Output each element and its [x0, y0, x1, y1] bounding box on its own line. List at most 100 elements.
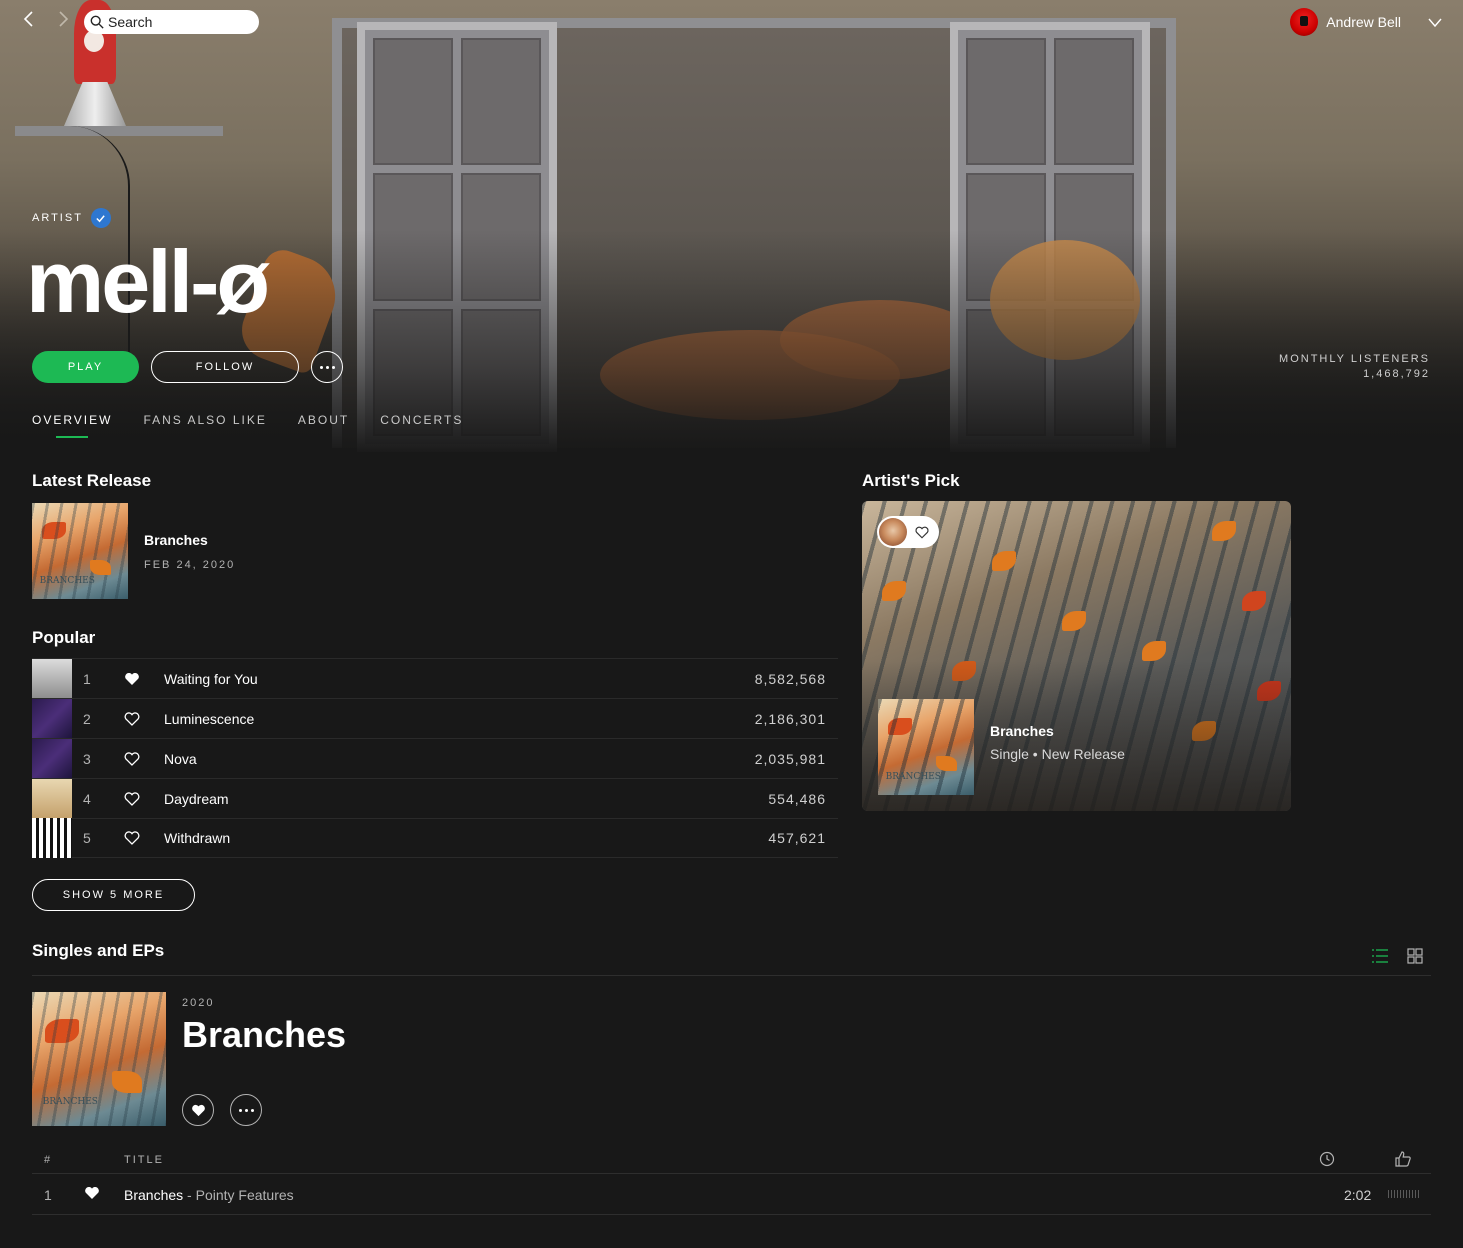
artists-pick-title: Branches [990, 723, 1054, 739]
track-number: 2 [83, 710, 91, 727]
track-play-count: 554,486 [768, 790, 826, 807]
track-thumbnail [32, 778, 72, 819]
album-more-button[interactable] [230, 1094, 262, 1126]
artist-type-label: ARTIST [32, 208, 111, 228]
album-tracklist-header: # TITLE [32, 1148, 1431, 1174]
latest-release-title[interactable]: Branches [144, 532, 208, 548]
artist-label-text: ARTIST [32, 212, 83, 224]
album-title[interactable]: Branches [182, 1014, 346, 1056]
track-thumbnail [32, 658, 72, 699]
track-title: Luminescence [164, 710, 255, 727]
heart-outline-icon[interactable] [124, 791, 140, 807]
latest-release-date: FEB 24, 2020 [144, 559, 236, 571]
grid-view-icon[interactable] [1406, 947, 1424, 965]
user-name: Andrew Bell [1326, 14, 1401, 30]
artists-pick-card[interactable]: BRANCHES Branches Single • New Release [862, 501, 1291, 811]
heart-outline-icon[interactable] [124, 751, 140, 767]
track-duration: 2:02 [1344, 1187, 1372, 1203]
artists-pick-cover: BRANCHES [878, 699, 974, 795]
track-separator: - [183, 1187, 196, 1203]
track-number: 1 [83, 670, 91, 687]
save-album-button[interactable] [182, 1094, 214, 1126]
track-play-count: 2,186,301 [754, 710, 826, 727]
track-row[interactable]: 1 Waiting for You 8,582,568 [32, 658, 838, 699]
back-button[interactable] [18, 10, 40, 34]
track-row[interactable]: 3 Nova 2,035,981 [32, 738, 838, 779]
monthly-listeners: MONTHLY LISTENERS 1,468,792 [1279, 352, 1430, 382]
track-row[interactable]: 2 Luminescence 2,186,301 [32, 698, 838, 739]
popular-tracks-list: 1 Waiting for You 8,582,568 2 Luminescen… [32, 658, 838, 858]
track-featuring-artist[interactable]: Pointy Features [196, 1187, 294, 1203]
clock-icon [1319, 1151, 1335, 1167]
artists-pick-subtitle: Single • New Release [990, 746, 1125, 762]
more-options-button[interactable] [311, 351, 343, 383]
column-header-title: TITLE [124, 1154, 164, 1166]
search-icon [90, 15, 104, 29]
track-thumbnail [32, 738, 72, 779]
track-row[interactable]: 4 Daydream 554,486 [32, 778, 838, 819]
chevron-right-icon [59, 11, 69, 27]
album-track-row[interactable]: 1 Branches - Pointy Features 2:02 [32, 1175, 1431, 1215]
tab-concerts[interactable]: CONCERTS [380, 413, 463, 427]
monthly-listeners-label: MONTHLY LISTENERS [1279, 353, 1430, 365]
artist-pick-badge [877, 516, 939, 548]
track-title: Branches [124, 1187, 184, 1203]
track-play-count: 8,582,568 [754, 670, 826, 687]
tab-fans-also-like[interactable]: FANS ALSO LIKE [143, 413, 266, 427]
artist-header: Andrew Bell ARTIST mell-ø PLAY FOLLOW MO… [0, 0, 1463, 455]
track-number: 3 [83, 750, 91, 767]
more-icon [238, 1108, 254, 1112]
section-divider [32, 975, 1431, 976]
header-shelf [15, 126, 223, 136]
latest-release-cover[interactable]: BRANCHES [32, 503, 128, 599]
track-title-line: Branches - Pointy Features [124, 1187, 294, 1203]
artist-name: mell-ø [26, 232, 270, 331]
heart-filled-icon[interactable] [84, 1186, 100, 1205]
chevron-down-icon[interactable] [1427, 14, 1443, 30]
tab-overview[interactable]: OVERVIEW [32, 413, 112, 438]
album-cover[interactable]: BRANCHES [32, 992, 166, 1126]
track-thumbnail [32, 698, 72, 739]
follow-button[interactable]: FOLLOW [151, 351, 299, 383]
monthly-listeners-value: 1,468,792 [1363, 368, 1430, 380]
header-lamp-base [64, 82, 126, 126]
track-title: Waiting for You [164, 670, 258, 687]
cover-title: BRANCHES [39, 575, 95, 586]
avatar [879, 518, 907, 546]
chevron-left-icon [23, 11, 33, 27]
heart-outline-icon[interactable] [124, 711, 140, 727]
more-icon [319, 365, 335, 369]
track-number: 5 [83, 830, 91, 846]
popular-heading: Popular [32, 628, 96, 647]
list-view-icon[interactable] [1371, 947, 1389, 965]
track-number: 4 [83, 790, 91, 807]
latest-release-heading: Latest Release [32, 471, 152, 490]
heart-filled-icon [191, 1104, 205, 1116]
cover-title: BRANCHES [885, 771, 941, 782]
track-title: Nova [164, 750, 197, 767]
column-header-number: # [44, 1154, 51, 1166]
thumbs-up-icon [1395, 1151, 1411, 1167]
track-title: Withdrawn [164, 830, 231, 846]
album-year: 2020 [182, 997, 215, 1009]
avatar [1290, 8, 1319, 36]
track-play-count: 2,035,981 [754, 750, 826, 767]
artist-tabs: OVERVIEW FANS ALSO LIKE ABOUT CONCERTS [32, 413, 463, 438]
singles-heading: Singles and EPs [32, 941, 165, 960]
search-input[interactable] [108, 14, 248, 30]
search-box[interactable] [84, 10, 259, 34]
track-play-count: 457,621 [768, 830, 826, 846]
track-thumbnail [32, 818, 72, 858]
heart-outline-icon [915, 526, 929, 539]
heart-filled-icon[interactable] [124, 671, 140, 687]
forward-button[interactable] [52, 10, 74, 34]
show-more-button[interactable]: SHOW 5 MORE [32, 879, 195, 911]
play-button[interactable]: PLAY [32, 351, 139, 383]
tab-about[interactable]: ABOUT [298, 413, 349, 427]
user-menu[interactable]: Andrew Bell [1290, 8, 1443, 36]
verified-badge-icon [90, 208, 111, 228]
heart-outline-icon[interactable] [124, 830, 140, 846]
artists-pick-heading: Artist's Pick [862, 471, 960, 490]
track-row[interactable]: 5 Withdrawn 457,621 [32, 818, 838, 858]
cover-title: BRANCHES [42, 1097, 98, 1108]
